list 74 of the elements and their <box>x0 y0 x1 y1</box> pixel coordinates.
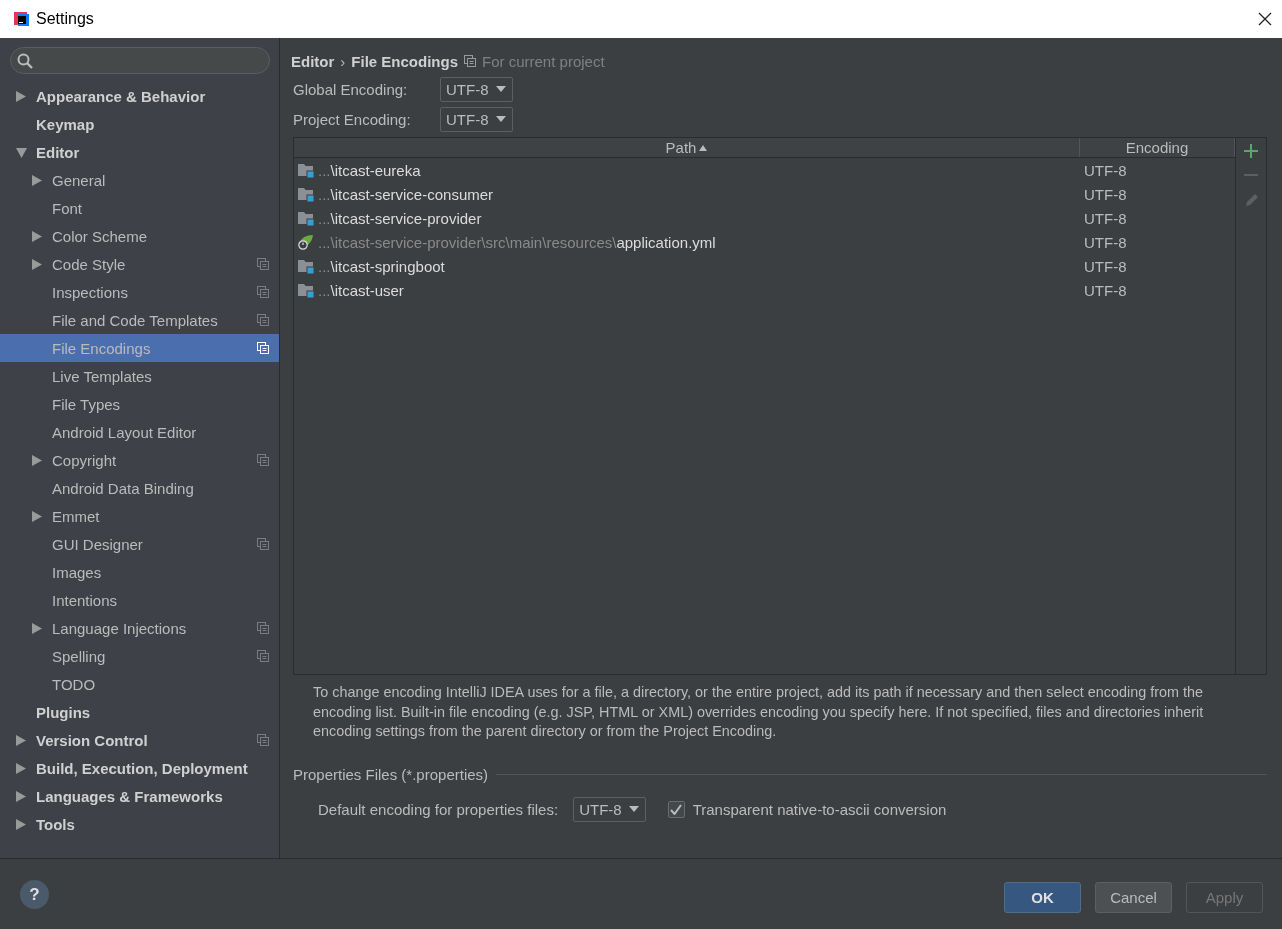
module-folder-icon <box>298 210 314 226</box>
path-cell: ...\itcast-user <box>318 281 404 299</box>
encoding-cell: UTF-8 <box>1084 209 1127 227</box>
encoding-cell: UTF-8 <box>1084 161 1127 179</box>
check-icon <box>670 803 683 815</box>
scope-label: For current project <box>482 52 605 70</box>
tree-item[interactable]: File Types <box>0 390 279 418</box>
app-logo-icon <box>13 11 29 27</box>
tree-item[interactable]: Version Control <box>0 726 279 754</box>
tree-item[interactable]: Tools <box>0 810 279 838</box>
column-header[interactable]: Encoding <box>1080 138 1235 157</box>
path-cell: ...\itcast-service-consumer <box>318 185 494 203</box>
tree-item[interactable]: Appearance & Behavior <box>0 82 279 110</box>
search-field[interactable] <box>10 47 270 74</box>
add-icon[interactable] <box>1244 144 1258 158</box>
tree-item[interactable]: Android Layout Editor <box>0 418 279 446</box>
tree-item[interactable]: Build, Execution, Deployment <box>0 754 279 782</box>
column-header[interactable]: Path <box>294 138 1080 157</box>
module-folder-icon <box>298 258 314 274</box>
tree-item[interactable]: Spelling <box>0 642 279 670</box>
encoding-cell: UTF-8 <box>1084 257 1127 275</box>
tree-item[interactable]: TODO <box>0 670 279 698</box>
field-label: Project Encoding: <box>293 110 412 128</box>
encoding-dropdown[interactable]: UTF-8 <box>440 106 513 132</box>
encoding-dropdown[interactable]: UTF-8 <box>573 796 646 822</box>
tree-item[interactable]: File and Code Templates <box>0 306 279 334</box>
help-text: To change encoding IntelliJ IDEA uses for a file, a directory, or the entire project, add its path if necessary and then select encoding from the encoding list. Built-in file encoding (e.g. JSP, HTML or XML) overrides encoding you specify here. If not specified, files and directories inherit encoding settings from the parent directory or from the Project Encoding. <box>313 683 1205 741</box>
field-label: Default encoding for properties files: <box>318 800 559 818</box>
encoding-cell: UTF-8 <box>1084 185 1127 203</box>
close-icon[interactable] <box>1258 12 1272 26</box>
path-cell: ...\itcast-service-provider\src\main\resources\application.yml <box>318 233 716 251</box>
project-scope-icon <box>464 55 477 67</box>
encoding-cell: UTF-8 <box>1084 233 1127 251</box>
tree-item[interactable]: Keymap <box>0 110 279 138</box>
tree-item[interactable]: Code Style <box>0 250 279 278</box>
tree-item[interactable]: Emmet <box>0 502 279 530</box>
tree-item[interactable]: General <box>0 166 279 194</box>
breadcrumb-item: Editor <box>291 52 335 70</box>
tree-item[interactable]: Editor <box>0 138 279 166</box>
window-title: Settings <box>36 10 95 28</box>
dialog-button[interactable]: OK <box>1004 882 1081 913</box>
tree-item[interactable]: Intentions <box>0 586 279 614</box>
breadcrumb-separator: › <box>340 52 346 70</box>
path-cell: ...\itcast-springboot <box>318 257 445 275</box>
caret-icon <box>495 86 506 92</box>
tree-item[interactable]: Android Data Binding <box>0 474 279 502</box>
tree-item[interactable]: Font <box>0 194 279 222</box>
tree-item[interactable]: Language Injections <box>0 614 279 642</box>
breadcrumb-item: File Encodings <box>351 52 459 70</box>
field-label: Global Encoding: <box>293 80 409 98</box>
encoding-cell: UTF-8 <box>1084 281 1127 299</box>
tree-item[interactable]: Plugins <box>0 698 279 726</box>
tree-item[interactable]: Live Templates <box>0 362 279 390</box>
path-cell: ...\itcast-service-provider <box>318 209 482 227</box>
spring-leaf-icon <box>298 234 314 250</box>
checkbox[interactable] <box>667 800 685 818</box>
tree-item[interactable]: GUI Designer <box>0 530 279 558</box>
dialog-button[interactable]: Cancel <box>1095 882 1172 913</box>
tree-item[interactable]: Images <box>0 558 279 586</box>
help-button[interactable]: ? <box>20 880 49 909</box>
section-title: Properties Files (*.properties) <box>293 765 489 783</box>
caret-icon <box>495 116 506 122</box>
search-icon <box>17 52 33 69</box>
module-folder-icon <box>298 282 314 298</box>
tree-item[interactable]: Copyright <box>0 446 279 474</box>
module-folder-icon <box>298 162 314 178</box>
checkbox-label: Transparent native-to-ascii conversion <box>692 800 947 818</box>
encoding-dropdown[interactable]: UTF-8 <box>440 76 513 102</box>
path-cell: ...\itcast-eureka <box>318 161 421 179</box>
tree-item[interactable]: Inspections <box>0 278 279 306</box>
tree-item[interactable]: Languages & Frameworks <box>0 782 279 810</box>
module-folder-icon <box>298 186 314 202</box>
tree-item[interactable]: Color Scheme <box>0 222 279 250</box>
caret-icon <box>628 806 639 812</box>
